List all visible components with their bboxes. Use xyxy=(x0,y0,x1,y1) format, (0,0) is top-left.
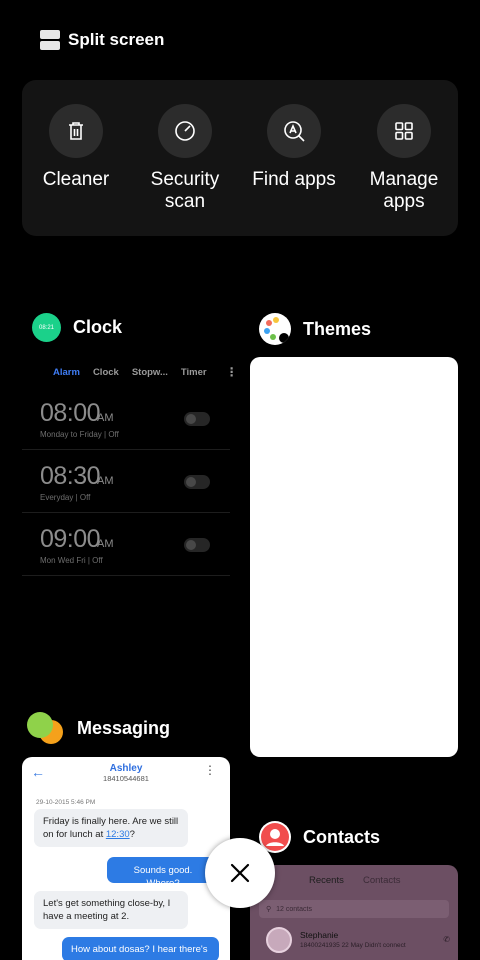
messaging-app-preview[interactable]: ← Ashley 18410544681 ⋮ 29-10-2015 5:46 P… xyxy=(22,757,230,960)
alarm-toggle xyxy=(184,412,210,426)
messaging-app-header[interactable]: Messaging xyxy=(27,712,170,744)
alarm-row: 09:00 AM Mon Wed Fri | Off xyxy=(22,513,230,576)
manage-apps-label: Manage apps xyxy=(369,169,439,212)
tab-alarm: Alarm xyxy=(53,366,80,378)
clock-app-header[interactable]: 08:21 Clock xyxy=(32,313,122,342)
missed-call-icon: ✆ xyxy=(443,935,450,944)
themes-app-title: Themes xyxy=(303,318,372,339)
themes-app-header[interactable]: Themes xyxy=(259,313,371,345)
alarm-time: 09:00 xyxy=(40,525,101,553)
manage-apps-button[interactable]: Manage apps xyxy=(349,104,459,213)
contacts-tabs: Recents Contacts xyxy=(250,865,458,897)
alarm-days: Everyday | Off xyxy=(40,493,91,502)
avatar xyxy=(266,927,292,953)
message-link: 12:30 xyxy=(105,829,130,840)
palette-icon xyxy=(259,313,291,345)
split-screen-icon xyxy=(40,30,60,50)
grid-icon xyxy=(377,104,431,158)
trash-icon xyxy=(49,104,103,158)
tab-stopwatch: Stopw... xyxy=(131,366,168,378)
more-icon: ⋮ xyxy=(204,763,216,777)
gauge-icon xyxy=(158,104,212,158)
tab-timer: Timer xyxy=(180,366,207,378)
messaging-app-title: Messaging xyxy=(77,717,171,738)
more-icon: ⋮ xyxy=(225,365,238,379)
alarm-toggle xyxy=(184,475,210,489)
message-bubble-outgoing: Sounds good. Where? xyxy=(107,857,219,889)
security-scan-label: Security scan xyxy=(150,169,220,212)
alarm-days: Mon Wed Fri | Off xyxy=(40,556,103,565)
conversation-header: ← Ashley 18410544681 ⋮ xyxy=(22,757,230,789)
close-all-button[interactable] xyxy=(205,838,275,908)
alarm-toggle xyxy=(184,538,210,552)
close-icon xyxy=(230,863,250,883)
clock-app-preview[interactable]: Alarm Clock Stopw... Timer ⋮ 08:00 AM Mo… xyxy=(22,357,238,587)
search-icon: ⚲ xyxy=(266,906,272,913)
contacts-app-preview[interactable]: Recents Contacts ⚲ 12 contacts Stephanie… xyxy=(250,865,458,960)
tab-recents: Recents xyxy=(309,875,344,886)
clock-app-title: Clock xyxy=(73,317,123,337)
quick-actions-panel: Cleaner Security scan Find apps Manage a… xyxy=(22,80,458,236)
split-screen-label: Split screen xyxy=(68,30,165,49)
contact-name: Ashley xyxy=(109,763,143,774)
message-bubble-incoming: Friday is finally here. Are we still on … xyxy=(34,809,188,847)
message-date: 29-10-2015 5:46 PM xyxy=(36,799,96,806)
tab-contacts: Contacts xyxy=(363,875,401,886)
alarm-days: Monday to Friday | Off xyxy=(40,430,119,439)
security-scan-button[interactable]: Security scan xyxy=(130,104,240,213)
search-app-icon xyxy=(267,104,321,158)
alarm-row: 08:00 AM Monday to Friday | Off xyxy=(22,387,230,450)
alarm-time: 08:30 xyxy=(40,462,101,490)
alarm-ampm: AM xyxy=(97,538,114,550)
alarm-ampm: AM xyxy=(97,475,114,487)
alarm-ampm: AM xyxy=(97,412,114,424)
split-screen-button[interactable]: Split screen xyxy=(40,30,164,50)
themes-app-preview[interactable] xyxy=(250,357,458,757)
list-item: Stephanie 18400241935 22 May Didn't conn… xyxy=(266,927,456,957)
messaging-app-icon xyxy=(27,712,65,744)
contacts-search-text: 12 contacts xyxy=(276,905,312,913)
clock-app-icon: 08:21 xyxy=(32,313,61,342)
contact-number: 18410544681 xyxy=(103,774,149,783)
find-apps-label: Find apps xyxy=(252,169,336,190)
cleaner-button[interactable]: Cleaner xyxy=(21,104,131,191)
clock-tabs: Alarm Clock Stopw... Timer ⋮ xyxy=(22,357,238,387)
cleaner-label: Cleaner xyxy=(42,169,110,190)
contacts-app-title: Contacts xyxy=(303,826,381,847)
contacts-search: ⚲ 12 contacts xyxy=(259,900,449,918)
contacts-app-header[interactable]: Contacts xyxy=(259,821,380,853)
tab-clock: Clock xyxy=(92,366,119,378)
call-detail: 18400241935 22 May Didn't connect xyxy=(300,942,406,949)
find-apps-button[interactable]: Find apps xyxy=(239,104,349,191)
contact-name: Stephanie xyxy=(300,930,339,940)
message-bubble-incoming: Let's get something close-by, I have a m… xyxy=(34,891,188,929)
alarm-row: 08:30 AM Everyday | Off xyxy=(22,450,230,513)
alarm-time: 08:00 xyxy=(40,399,101,427)
message-bubble-outgoing: How about dosas? I hear there's xyxy=(62,937,219,960)
